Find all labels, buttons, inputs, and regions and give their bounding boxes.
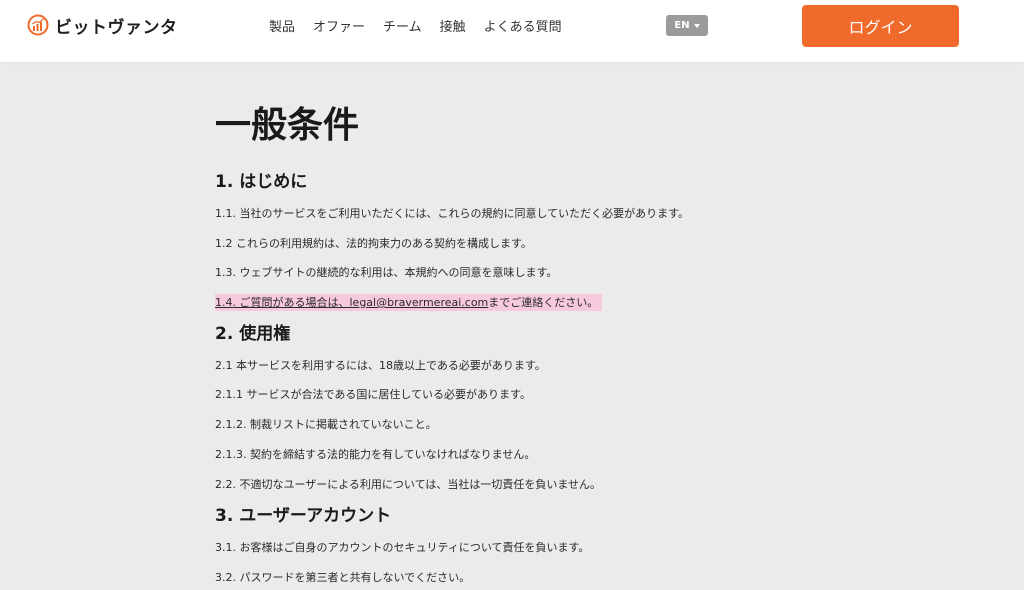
clause-1-3: 1.3. ウェブサイトの継続的な利用は、本規約への同意を意味します。 — [215, 266, 558, 279]
clause-2-1-3: 2.1.3. 契約を締結する法的能力を有していなければなりません。 — [215, 448, 536, 461]
highlighted-contact-clause: 1.4. ご質問がある場合は、legal@bravermereai.comまでご… — [215, 294, 603, 311]
nav-item-contact[interactable]: 接触 — [440, 16, 466, 35]
main-nav: 製品 オファー チーム 接触 よくある質問 — [269, 16, 562, 35]
section-heading-usage-rights: 2. 使用権 — [215, 324, 291, 344]
clause-2-1: 2.1 本サービスを利用するには、18歳以上である必要があります。 — [215, 359, 546, 372]
language-selector[interactable]: EN — [666, 15, 708, 36]
nav-item-products[interactable]: 製品 — [269, 16, 295, 35]
section-heading-introduction: 1. はじめに — [215, 172, 308, 192]
section-heading-user-account: 3. ユーザーアカウント — [215, 506, 392, 526]
login-button[interactable]: ログイン — [802, 5, 959, 47]
site-header: ビットヴァンタ 製品 オファー チーム 接触 よくある質問 EN ログイン — [0, 0, 1024, 62]
page-title: 一般条件 — [215, 105, 360, 146]
language-label: EN — [674, 20, 690, 31]
logo[interactable]: ビットヴァンタ — [27, 12, 178, 38]
caret-down-icon — [693, 23, 700, 28]
bar-chart-logo-icon — [27, 14, 49, 36]
clause-3-2: 3.2. パスワードを第三者と共有しないでください。 — [215, 571, 471, 584]
contact-suffix: までご連絡ください。 — [488, 296, 599, 309]
nav-item-offer[interactable]: オファー — [313, 16, 365, 35]
clause-2-1-1: 2.1.1 サービスが合法である国に居住している必要があります。 — [215, 388, 531, 401]
nav-item-team[interactable]: チーム — [383, 16, 422, 35]
clause-1-4: 1.4. ご質問がある場合は、legal@bravermereai.comまでご… — [215, 294, 603, 311]
logo-text: ビットヴァンタ — [55, 17, 178, 38]
clause-1-1: 1.1. 当社のサービスをご利用いただくには、これらの規約に同意していただく必要… — [215, 207, 690, 220]
contact-prefix: 1.4. ご質問がある場合は、 — [215, 296, 350, 309]
clause-3-1: 3.1. お客様はご自身のアカウントのセキュリティについて責任を負います。 — [215, 541, 590, 554]
nav-item-faq[interactable]: よくある質問 — [484, 16, 562, 35]
clause-2-1-2: 2.1.2. 制裁リストに掲載されていないこと。 — [215, 418, 437, 431]
clause-2-2: 2.2. 不適切なユーザーによる利用については、当社は一切責任を負いません。 — [215, 478, 602, 491]
clause-1-2: 1.2 これらの利用規約は、法的拘束力のある契約を構成します。 — [215, 237, 532, 250]
legal-email-link[interactable]: legal@bravermereai.com — [350, 296, 489, 309]
terms-content: 一般条件 1. はじめに 1.1. 当社のサービスをご利用いただくには、これらの… — [215, 101, 795, 584]
